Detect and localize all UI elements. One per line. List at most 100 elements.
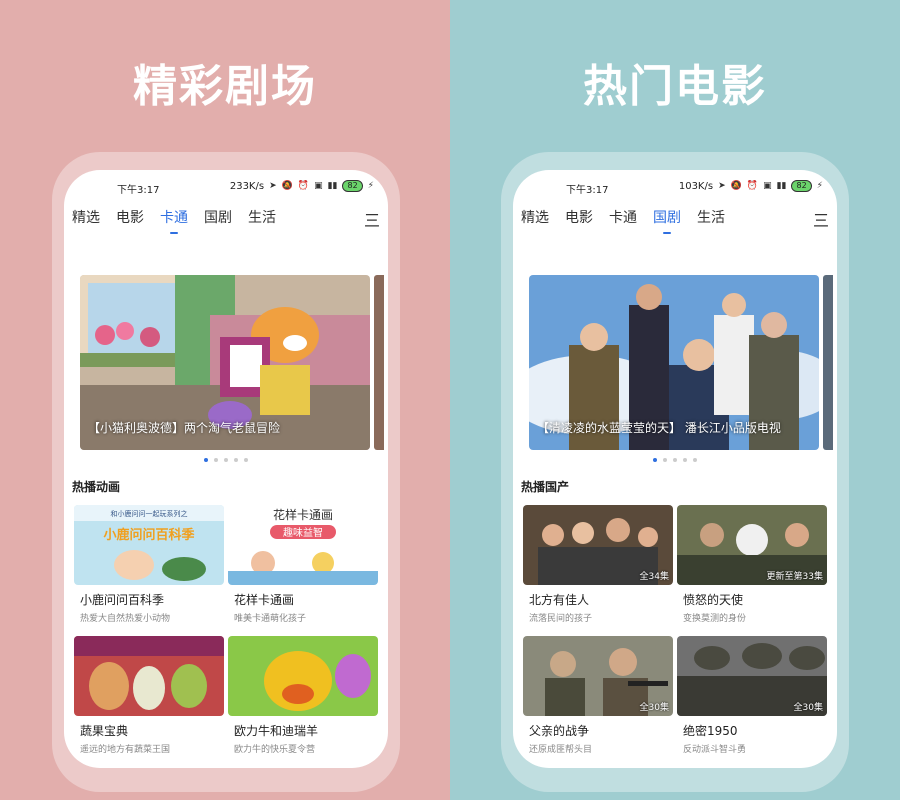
episode-count: 全34集 bbox=[639, 572, 669, 582]
mute-icon: 🔕 bbox=[730, 181, 742, 191]
status-time: 下午3:17 bbox=[117, 185, 160, 196]
hd-icon: ▣ bbox=[763, 181, 772, 191]
charging-icon: ⚡ bbox=[367, 181, 374, 191]
card-subtitle: 还原成匪帮头目 bbox=[529, 745, 593, 755]
left-panel: 精彩剧场 下午3:17 233K/s ➤ 🔕 ⏰ ▣ ▮▮ 82 ⚡ 精选 电影 bbox=[0, 0, 450, 800]
banner-caption: 【清凌凌的水蓝莹莹的天】 潘长江小品版电视 bbox=[537, 421, 781, 435]
alarm-icon: ⏰ bbox=[746, 181, 759, 191]
location-icon: ➤ bbox=[718, 181, 726, 191]
episode-count: 更新至第33集 bbox=[766, 572, 823, 582]
section-title: 热播国产 bbox=[521, 480, 570, 494]
carousel-dot[interactable] bbox=[224, 458, 228, 462]
alarm-icon: ⏰ bbox=[297, 181, 310, 191]
tab-bar: 精选 电影 卡通 国剧 生活 三 bbox=[521, 203, 829, 234]
carousel-dots bbox=[64, 458, 388, 462]
banner-carousel[interactable]: 【小猫利奥波德】两个淘气老鼠冒险 bbox=[80, 275, 370, 450]
carousel-dot[interactable] bbox=[234, 458, 238, 462]
content-card[interactable]: 欧力牛和迪瑞羊 欧力牛的快乐夏令营 bbox=[228, 636, 378, 755]
content-card[interactable]: 蔬果宝典 遥远的地方有蔬菜王国 bbox=[74, 636, 224, 755]
signal-icon: ▮▮ bbox=[327, 181, 338, 191]
thumb-badge-text: 趣味益智 bbox=[283, 526, 323, 539]
location-icon: ➤ bbox=[269, 181, 277, 191]
card-thumbnail bbox=[228, 636, 378, 716]
tab-featured[interactable]: 精选 bbox=[72, 207, 100, 227]
menu-icon[interactable]: 三 bbox=[813, 207, 829, 231]
phone-screen: 下午3:17 233K/s ➤ 🔕 ⏰ ▣ ▮▮ 82 ⚡ 精选 电影 卡通 国… bbox=[64, 170, 388, 768]
signal-icon: ▮▮ bbox=[776, 181, 787, 191]
tab-movies[interactable]: 电影 bbox=[116, 207, 144, 227]
status-time: 下午3:17 bbox=[566, 185, 609, 196]
network-speed: 103K/s bbox=[678, 180, 714, 192]
hd-icon: ▣ bbox=[314, 181, 323, 191]
card-title: 绝密1950 bbox=[683, 724, 738, 738]
phone-screen: 下午3:17 103K/s ➤ 🔕 ⏰ ▣ ▮▮ 82 ⚡ 精选 电影 卡通 国… bbox=[513, 170, 837, 768]
thumb-header-text: 和小鹿问问一起玩系列之 bbox=[111, 509, 188, 518]
card-thumbnail: 全34集 bbox=[523, 505, 673, 585]
carousel-dot[interactable] bbox=[693, 458, 697, 462]
thumb-title-text: 花样卡通画 bbox=[273, 507, 333, 522]
tab-life[interactable]: 生活 bbox=[697, 207, 725, 227]
card-subtitle: 变换莫测的身份 bbox=[683, 614, 747, 624]
card-subtitle: 欧力牛的快乐夏令营 bbox=[234, 745, 316, 755]
content-card[interactable]: 全30集 父亲的战争 还原成匪帮头目 bbox=[523, 636, 673, 755]
episode-count: 全30集 bbox=[793, 703, 823, 713]
content-card[interactable]: 花样卡通画 趣味益智 花样卡通画 唯美卡通萌化孩子 bbox=[228, 505, 378, 624]
headline: 热门电影 bbox=[583, 61, 767, 112]
card-thumbnail: 更新至第33集 bbox=[677, 505, 827, 585]
carousel-dot[interactable] bbox=[653, 458, 657, 462]
tab-featured[interactable]: 精选 bbox=[521, 207, 549, 227]
tab-life[interactable]: 生活 bbox=[248, 207, 276, 227]
thumb-title-text: 小鹿问问百科季 bbox=[103, 527, 194, 543]
banner-carousel[interactable]: 【清凌凌的水蓝莹莹的天】 潘长江小品版电视 bbox=[529, 275, 819, 450]
card-title: 欧力牛和迪瑞羊 bbox=[234, 724, 319, 738]
card-thumbnail: 全30集 bbox=[523, 636, 673, 716]
card-thumbnail: 和小鹿问问一起玩系列之 小鹿问问百科季 bbox=[74, 505, 224, 585]
card-title: 愤怒的天使 bbox=[683, 593, 744, 607]
right-panel: 热门电影 下午3:17 103K/s ➤ 🔕 ⏰ ▣ ▮▮ 82 ⚡ 精选 电影 bbox=[450, 0, 900, 800]
card-thumbnail: 全30集 bbox=[677, 636, 827, 716]
headline: 精彩剧场 bbox=[133, 61, 317, 112]
card-subtitle: 热爱大自然热爱小动物 bbox=[80, 614, 171, 624]
status-bar: 下午3:17 103K/s ➤ 🔕 ⏰ ▣ ▮▮ 82 ⚡ bbox=[513, 179, 837, 196]
carousel-dot[interactable] bbox=[673, 458, 677, 462]
tab-cartoons[interactable]: 卡通 bbox=[609, 207, 637, 227]
menu-icon[interactable]: 三 bbox=[364, 207, 380, 231]
card-title: 花样卡通画 bbox=[234, 593, 295, 607]
phone-frame: 下午3:17 233K/s ➤ 🔕 ⏰ ▣ ▮▮ 82 ⚡ 精选 电影 卡通 国… bbox=[52, 152, 400, 792]
status-bar: 下午3:17 233K/s ➤ 🔕 ⏰ ▣ ▮▮ 82 ⚡ bbox=[64, 179, 388, 196]
card-title: 父亲的战争 bbox=[529, 724, 590, 738]
card-subtitle: 流落民间的孩子 bbox=[529, 614, 593, 624]
battery-badge: 82 bbox=[791, 180, 812, 192]
banner-caption: 【小猫利奥波德】两个淘气老鼠冒险 bbox=[88, 421, 281, 435]
tab-domestic-drama[interactable]: 国剧 bbox=[653, 207, 681, 234]
content-card[interactable]: 和小鹿问问一起玩系列之 小鹿问问百科季 小鹿问问百科季 热爱大自然热爱小动物 bbox=[74, 505, 224, 624]
carousel-dot[interactable] bbox=[663, 458, 667, 462]
tab-movies[interactable]: 电影 bbox=[565, 207, 593, 227]
card-subtitle: 唯美卡通萌化孩子 bbox=[234, 614, 307, 624]
banner-next-peek[interactable] bbox=[374, 275, 384, 450]
card-title: 蔬果宝典 bbox=[80, 724, 129, 738]
tab-bar: 精选 电影 卡通 国剧 生活 三 bbox=[72, 203, 380, 234]
network-speed: 233K/s bbox=[229, 180, 265, 192]
card-thumbnail bbox=[74, 636, 224, 716]
tab-domestic-drama[interactable]: 国剧 bbox=[204, 207, 232, 227]
episode-count: 全30集 bbox=[639, 703, 669, 713]
battery-badge: 82 bbox=[342, 180, 363, 192]
card-title: 小鹿问问百科季 bbox=[80, 593, 165, 607]
card-title: 北方有佳人 bbox=[529, 593, 590, 607]
content-card[interactable]: 全30集 绝密1950 反动派斗智斗勇 bbox=[677, 636, 827, 755]
carousel-dot[interactable] bbox=[204, 458, 208, 462]
mute-icon: 🔕 bbox=[281, 181, 293, 191]
carousel-dot[interactable] bbox=[683, 458, 687, 462]
charging-icon: ⚡ bbox=[816, 181, 823, 191]
tab-cartoons[interactable]: 卡通 bbox=[160, 207, 188, 234]
carousel-dot[interactable] bbox=[244, 458, 248, 462]
carousel-dots bbox=[513, 458, 837, 462]
banner-next-peek[interactable] bbox=[823, 275, 833, 450]
section-title: 热播动画 bbox=[72, 480, 121, 494]
phone-frame: 下午3:17 103K/s ➤ 🔕 ⏰ ▣ ▮▮ 82 ⚡ 精选 电影 卡通 国… bbox=[501, 152, 849, 792]
carousel-dot[interactable] bbox=[214, 458, 218, 462]
content-card[interactable]: 全34集 北方有佳人 流落民间的孩子 bbox=[523, 505, 673, 624]
card-subtitle: 遥远的地方有蔬菜王国 bbox=[80, 745, 171, 755]
content-card[interactable]: 更新至第33集 愤怒的天使 变换莫测的身份 bbox=[677, 505, 827, 624]
